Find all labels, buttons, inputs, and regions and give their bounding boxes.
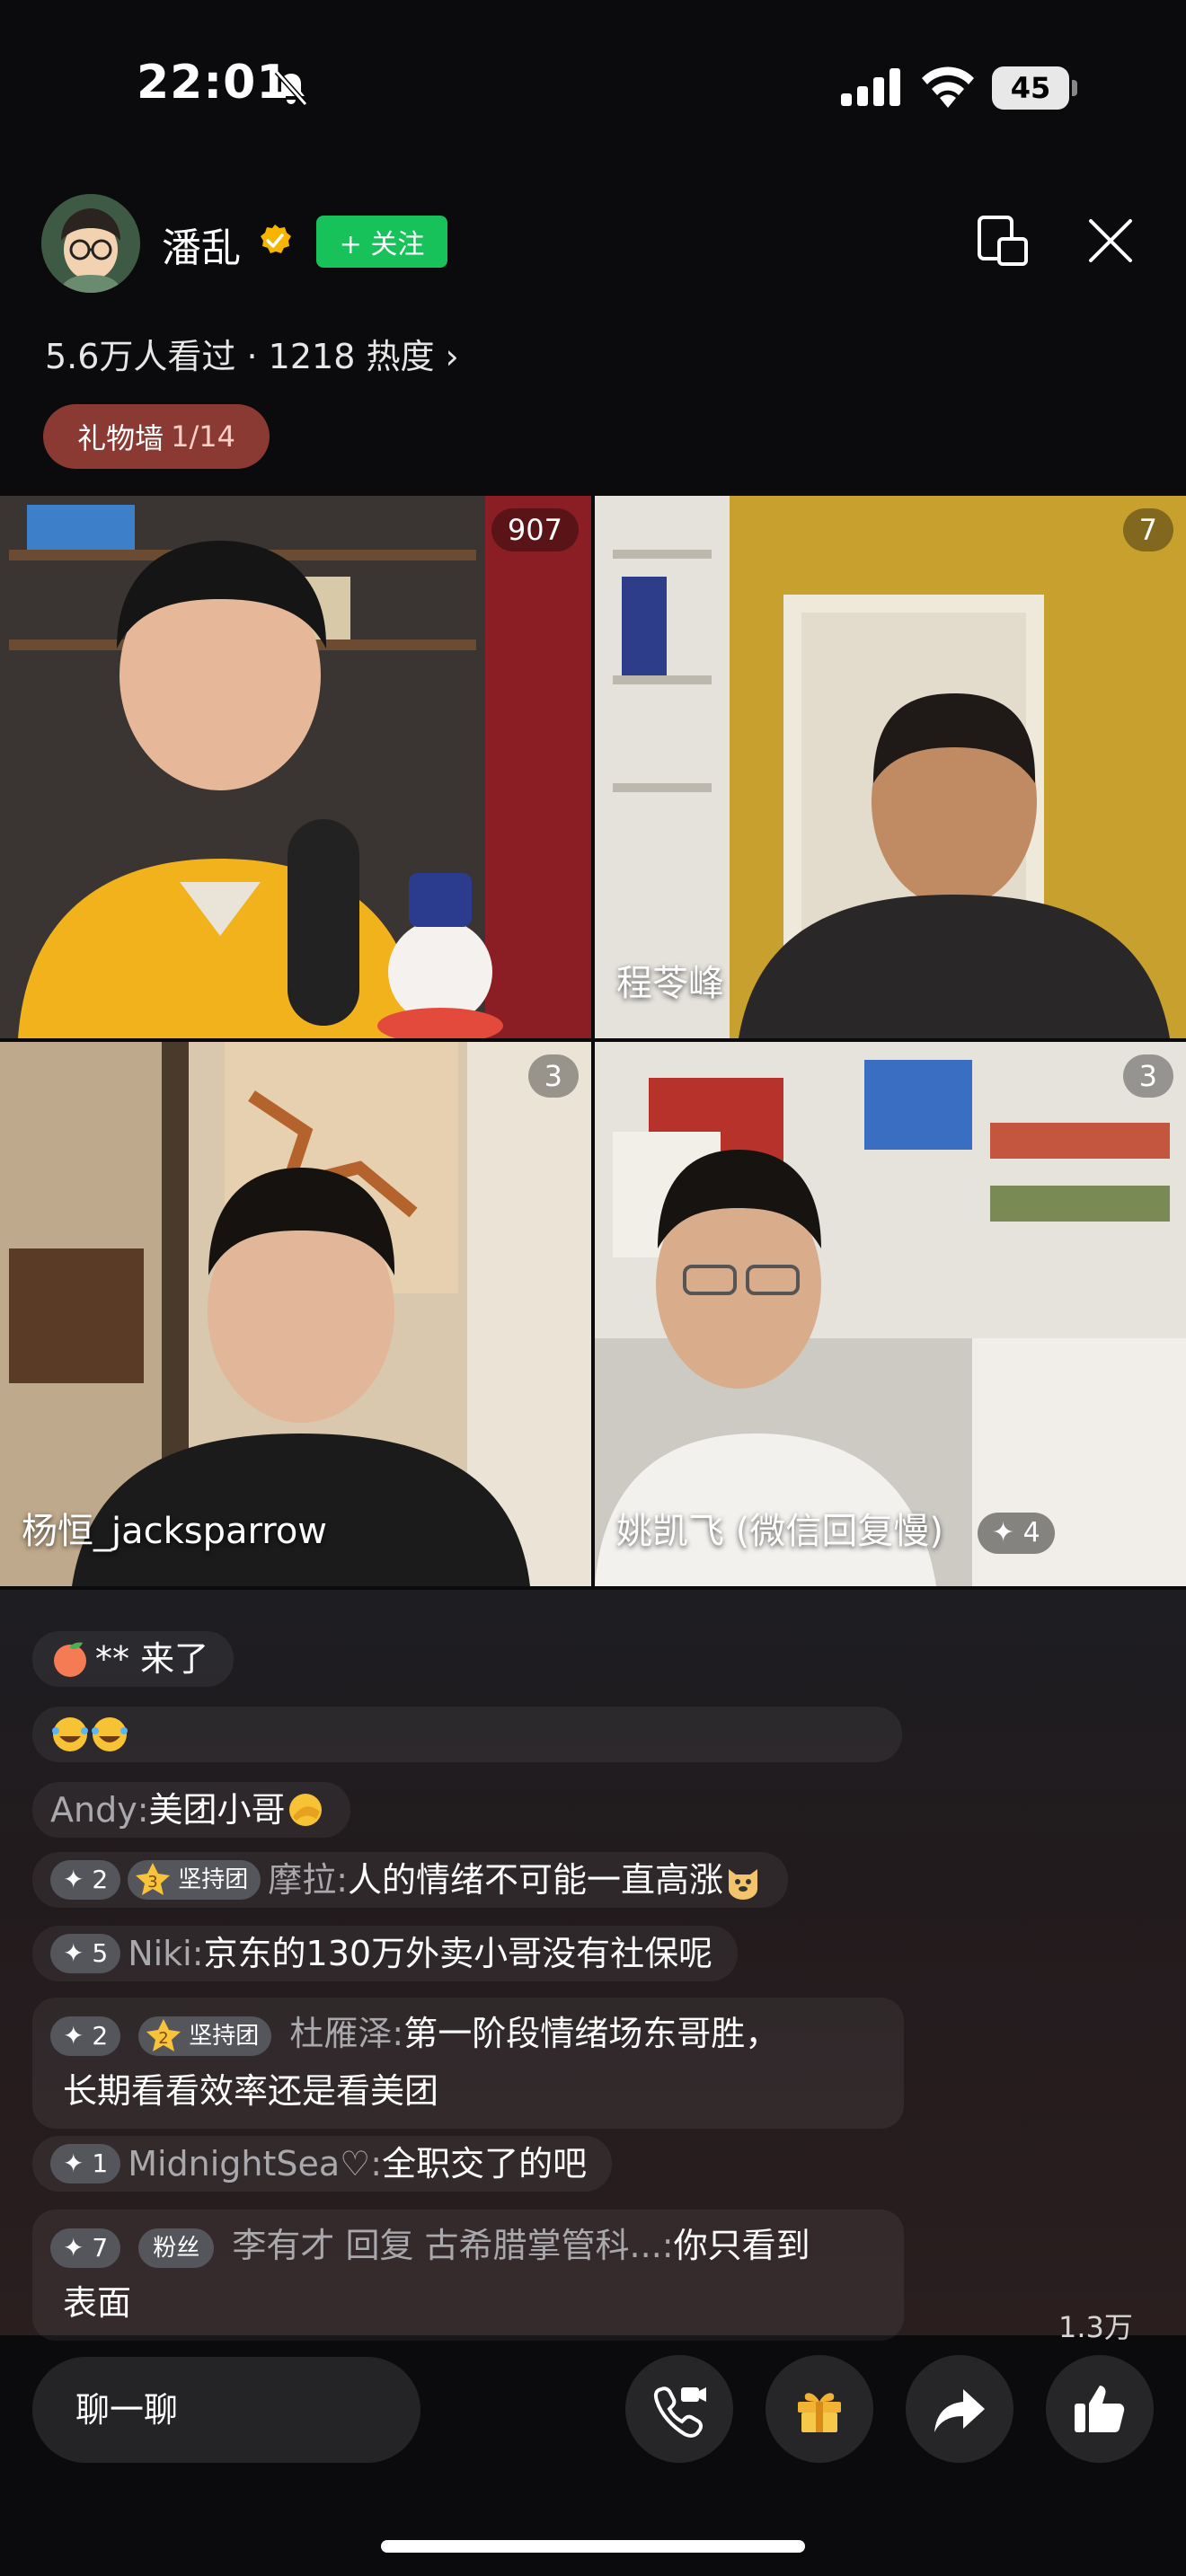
video-tile-guest-2[interactable]: 3 杨恒_jacksparrow (0, 1042, 591, 1586)
chat-message[interactable]: ✦ 2 3 坚持团 摩拉 : 人的情绪不可能一直高涨 (32, 1852, 789, 1908)
follow-button[interactable]: + 关注 (316, 216, 447, 268)
chat-message[interactable]: ** 来了 (32, 1631, 235, 1687)
tile-count: 907 (491, 508, 579, 551)
chat-username[interactable]: MidnightSea♡ (128, 2136, 370, 2192)
streamer-name[interactable]: 潘乱 (162, 216, 241, 273)
chat-message[interactable] (32, 1707, 902, 1762)
peach-emoji (54, 1642, 86, 1677)
chat-text: 第一阶段情绪场东哥胜， (403, 2014, 780, 2053)
chat-username[interactable]: 杜雁泽 (289, 2014, 392, 2053)
signal-icon (841, 68, 900, 106)
level-badge: ✦ 5 (50, 1934, 121, 1973)
fan-badge-label: 坚持团 (178, 1866, 249, 1893)
battery-level: 45 (992, 66, 1069, 110)
gift-button[interactable] (766, 2355, 873, 2463)
chat-text: 京东的130万外卖小哥没有社保呢 (203, 1934, 713, 1973)
video-tile-guest-3[interactable]: 3 姚凯飞 (微信回复慢) ✦ 4 (595, 1042, 1186, 1586)
battery-icon: 45 (992, 66, 1078, 110)
chat-username[interactable]: 摩拉 (268, 1852, 336, 1908)
chat-message[interactable]: ✦ 7 粉丝 李有才 回复 古希腊掌管科...:你只看到 表面 (32, 2210, 904, 2341)
doge-emoji (729, 1869, 758, 1900)
chat-text-cont: 长期看看效率还是看美团 (63, 2071, 439, 2111)
share-icon (934, 2389, 985, 2432)
video-call-button[interactable] (625, 2355, 733, 2463)
tile-name: 程苓峰 (616, 963, 724, 1004)
close-icon[interactable] (1085, 216, 1136, 266)
chat-username[interactable]: 李有才 回复 古希腊掌管科... (232, 2226, 661, 2265)
chat-message[interactable]: ✦ 2 2 坚持团 杜雁泽:第一阶段情绪场东哥胜， 长期看看效率还是看美团 (32, 1998, 904, 2129)
viewer-stats[interactable]: 5.6万人看过 · 1218 热度 › (45, 329, 459, 378)
guest-badge: ✦ 4 (978, 1513, 1055, 1554)
gift-icon (798, 2393, 841, 2432)
pip-icon[interactable] (976, 214, 1030, 268)
video-tile-host[interactable]: 907 (0, 496, 591, 1038)
level-badge: ✦ 2 (50, 2016, 121, 2056)
tile-count: 7 (1122, 508, 1173, 551)
fan-badge: 3 坚持团 (128, 1860, 261, 1900)
chat-username[interactable]: Andy (50, 1782, 137, 1838)
laughing-emoji (52, 1717, 88, 1751)
level-badge: ✦ 1 (50, 2144, 121, 2183)
fan-badge: 2 坚持团 (138, 2016, 272, 2056)
streamer-avatar[interactable] (41, 194, 140, 293)
chat-text: ** 来了 (95, 1639, 209, 1679)
chat-input[interactable]: 聊一聊 (32, 2357, 420, 2463)
level-badge: ✦ 7 (50, 2228, 121, 2268)
fan-badge: 粉丝 (138, 2228, 215, 2268)
tile-name: 杨恒_jacksparrow (22, 1511, 328, 1552)
laughing-emoji (92, 1717, 128, 1751)
gift-wall-button[interactable]: 礼物墙 1/14 (43, 404, 270, 469)
svg-text:2: 2 (159, 2029, 169, 2048)
chat-text: 全职交了的吧 (382, 2144, 588, 2183)
level-badge: ✦ 2 (50, 1860, 121, 1900)
video-feed-host (0, 496, 591, 1038)
status-time: 22:01 (137, 56, 290, 110)
verified-icon (261, 225, 291, 253)
chat-text: 你只看到 (673, 2226, 810, 2265)
svg-text:3: 3 (147, 1873, 157, 1892)
home-indicator[interactable] (381, 2540, 805, 2553)
video-call-icon (653, 2386, 706, 2438)
like-button[interactable] (1046, 2355, 1154, 2463)
like-icon (1075, 2386, 1125, 2432)
chat-text-cont: 表面 (63, 2283, 132, 2323)
tile-count: 3 (1122, 1054, 1173, 1098)
chat-message[interactable]: Andy : 美团小哥 (32, 1782, 350, 1838)
wifi-icon (922, 66, 974, 108)
gift-wall-count: 1/14 (171, 419, 235, 454)
chat-text: 美团小哥 (148, 1790, 286, 1830)
chat-message[interactable]: ✦ 5 Niki : 京东的130万外卖小哥没有社保呢 (32, 1926, 739, 1981)
star-icon: 2 (146, 2018, 181, 2051)
share-button[interactable] (906, 2355, 1013, 2463)
like-count: 1.3万 (1058, 2310, 1133, 2344)
chat-message[interactable]: ✦ 1 MidnightSea♡ : 全职交了的吧 (32, 2136, 613, 2192)
chat-text: 人的情绪不可能一直高涨 (348, 1860, 724, 1900)
tile-name: 姚凯飞 (微信回复慢) (616, 1511, 943, 1552)
tile-count: 3 (527, 1054, 579, 1098)
chat-username[interactable]: Niki (128, 1926, 192, 1981)
gift-wall-label: 礼物墙 (77, 421, 164, 455)
facepalm-emoji (288, 1794, 322, 1826)
mute-icon (274, 70, 308, 106)
star-icon: 3 (136, 1863, 171, 1895)
fan-badge-label: 坚持团 (189, 2022, 260, 2050)
video-tile-guest-1[interactable]: 7 程苓峰 (595, 496, 1186, 1038)
